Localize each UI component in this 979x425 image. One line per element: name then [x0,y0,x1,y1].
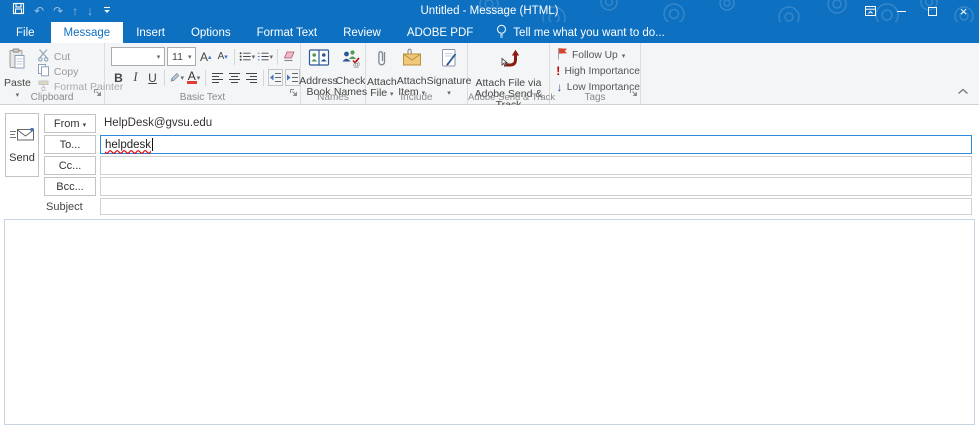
font-name-combo[interactable] [111,47,165,66]
maximize-button[interactable] [917,0,948,22]
tab-format-text[interactable]: Format Text [244,22,331,43]
to-button[interactable]: To... [44,135,96,154]
basic-text-dialog-launcher-icon[interactable] [289,84,298,102]
adobe-send-track-group: Attach File via Adobe Send & Track Adobe… [468,43,550,104]
attach-item-icon [401,48,423,73]
ribbon-tab-bar: File Message Insert Options Format Text … [0,22,979,43]
font-color-button[interactable]: A [186,69,201,86]
follow-up-caret-icon [622,50,626,61]
check-names-icon: @ [340,48,362,73]
tags-group: Follow Up ! High Importance ↓ Low Import… [550,43,641,104]
shrink-font-button[interactable]: A▾ [215,48,230,65]
names-group: Address Book @ Check Names Names [301,43,366,104]
clear-formatting-button[interactable] [282,48,297,65]
next-item-icon[interactable]: ↓ [87,0,93,22]
title-bar: ↶ ↷ ↑ ↓ Untitled - Message (HTML) × [0,0,979,22]
redo-icon[interactable]: ↷ [53,0,63,22]
font-name-caret-icon[interactable] [153,48,164,65]
align-right-icon [245,72,258,84]
address-book-icon [308,48,330,73]
clipboard-group: Paste Cut [0,43,105,104]
undo-icon[interactable]: ↶ [34,0,44,22]
lightbulb-icon [496,24,507,42]
tab-message[interactable]: Message [51,22,124,43]
bcc-button[interactable]: Bcc... [44,177,96,196]
clear-formatting-icon [282,50,297,63]
numbering-icon [257,50,269,63]
send-button[interactable]: Send [5,113,39,177]
decrease-indent-icon [269,72,282,83]
italic-button[interactable]: I [128,69,143,86]
minimize-button[interactable] [886,0,917,22]
check-names-button[interactable]: @ Check Names [335,45,366,98]
tab-file[interactable]: File [0,22,51,43]
font-size-caret-icon[interactable] [184,48,195,65]
subject-label: Subject [46,201,83,213]
high-importance-button[interactable]: ! High Importance [556,64,640,78]
paste-icon [7,48,27,75]
follow-up-flag-icon [556,47,568,63]
bullets-button[interactable] [239,48,255,65]
align-right-button[interactable] [244,69,259,86]
cc-field[interactable] [100,156,972,175]
increase-indent-icon [286,72,299,83]
send-envelope-icon [9,127,35,147]
address-book-button[interactable]: Address Book [302,45,335,98]
window-controls: × [855,0,979,22]
to-field[interactable]: helpdesk [100,135,972,154]
cc-button[interactable]: Cc... [44,156,96,175]
include-group: Attach File Attach Item [366,43,468,104]
bullets-icon [239,50,251,63]
underline-button[interactable]: U [145,69,160,86]
window-title: Untitled - Message (HTML) [0,0,979,22]
align-center-button[interactable] [227,69,242,86]
outlook-message-window: ↶ ↷ ↑ ↓ Untitled - Message (HTML) × File… [0,0,979,425]
align-center-icon [228,72,241,84]
text-highlight-button[interactable] [169,69,184,86]
save-icon[interactable] [12,2,25,20]
from-value: HelpDesk@gvsu.edu [104,117,212,129]
numbering-button[interactable] [257,48,273,65]
collapse-ribbon-icon[interactable] [957,82,969,100]
follow-up-button[interactable]: Follow Up [556,48,640,62]
align-left-icon [211,72,224,84]
ribbon-display-options-icon[interactable] [855,0,886,22]
tell-me-box[interactable]: Tell me what you want to do... [486,22,675,43]
message-header: Send From HelpDesk@gvsu.edu To... helpde… [0,105,979,219]
from-caret-icon [83,118,87,130]
text-highlight-icon [169,71,180,84]
font-size-combo[interactable]: 11 [167,47,196,66]
paste-button[interactable]: Paste [4,45,31,99]
high-importance-icon: ! [556,64,560,78]
tab-options[interactable]: Options [178,22,244,43]
quick-access-toolbar: ↶ ↷ ↑ ↓ [12,0,112,22]
tags-dialog-launcher-icon[interactable] [629,84,638,102]
grow-font-button[interactable]: A▴ [198,48,213,65]
from-button[interactable]: From [44,114,96,133]
subject-field[interactable] [100,198,972,215]
decrease-indent-button[interactable] [268,69,283,86]
previous-item-icon[interactable]: ↑ [72,0,78,22]
copy-icon [37,63,50,80]
adobe-send-track-icon [498,48,520,75]
close-button[interactable]: × [948,0,979,22]
ribbon: Paste Cut [0,43,979,105]
message-body[interactable] [4,219,975,425]
customize-quick-access-icon[interactable] [102,2,112,20]
tab-insert[interactable]: Insert [123,22,178,43]
basic-text-group: 11 A▴ A▾ [105,43,301,104]
paperclip-icon [376,48,388,74]
signature-icon [440,48,458,73]
clipboard-dialog-launcher-icon[interactable] [93,84,102,102]
bcc-field[interactable] [100,177,972,196]
tab-review[interactable]: Review [330,22,394,43]
svg-text:@: @ [353,62,360,68]
align-left-button[interactable] [210,69,225,86]
tab-adobe-pdf[interactable]: ADOBE PDF [394,22,486,43]
text-cursor [152,138,153,151]
bold-button[interactable]: B [111,69,126,86]
